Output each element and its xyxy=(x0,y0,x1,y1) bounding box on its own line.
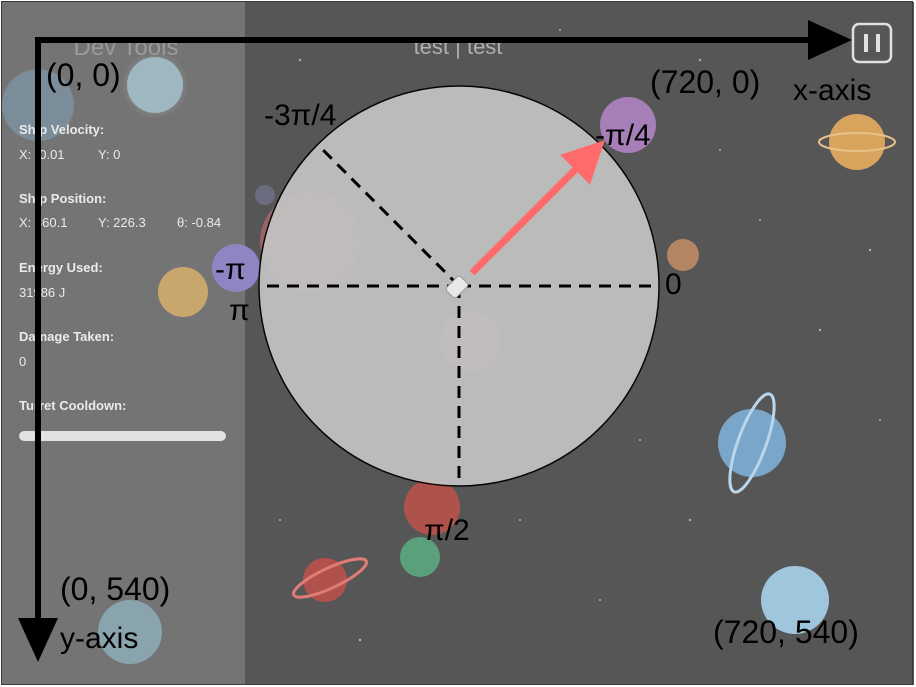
asteroid-icon xyxy=(667,239,699,271)
origin-label: (0, 0) xyxy=(46,57,121,93)
top-right-corner-label: (720, 0) xyxy=(650,64,760,100)
energy-used-value: 31986 J xyxy=(19,285,65,300)
planet-icon xyxy=(829,114,885,170)
ship-position-label: Ship Position: xyxy=(19,191,106,206)
energy-used-label: Energy Used: xyxy=(19,260,103,275)
planet-icon xyxy=(718,409,786,477)
ship-position-theta: θ: -0.84 xyxy=(177,215,221,230)
ship-velocity-x: X: -0.01 xyxy=(19,147,65,162)
planet-icon xyxy=(158,267,208,317)
damage-taken-value: 0 xyxy=(19,354,26,369)
turret-cooldown-bar xyxy=(19,431,226,441)
ship-velocity-label: Ship Velocity: xyxy=(19,122,104,137)
angle-label-neg-pi-4: -π/4 xyxy=(595,119,651,152)
annotated-game-diagram: Dev Tools Ship Velocity: X: -0.01 Y: 0 S… xyxy=(2,2,914,685)
planet-icon xyxy=(127,57,183,113)
angle-label-neg-pi: -π xyxy=(215,253,246,286)
bottom-right-corner-label: (720, 540) xyxy=(713,614,859,650)
y-axis-label: y-axis xyxy=(60,622,138,655)
angle-label-zero: 0 xyxy=(665,268,682,301)
planet-icon xyxy=(255,185,275,205)
angle-label-pi: π xyxy=(229,294,250,327)
bottom-left-corner-label: (0, 540) xyxy=(60,571,170,607)
angle-label-pi-2: π/2 xyxy=(424,514,470,547)
ship-position-x: X: 360.1 xyxy=(19,215,67,230)
x-axis-label: x-axis xyxy=(793,74,871,107)
damage-taken-label: Damage Taken: xyxy=(19,329,114,344)
angle-label-neg-3pi-4: -3π/4 xyxy=(264,99,336,132)
ship-velocity-y: Y: 0 xyxy=(98,147,120,162)
ship-position-y: Y: 226.3 xyxy=(98,215,146,230)
